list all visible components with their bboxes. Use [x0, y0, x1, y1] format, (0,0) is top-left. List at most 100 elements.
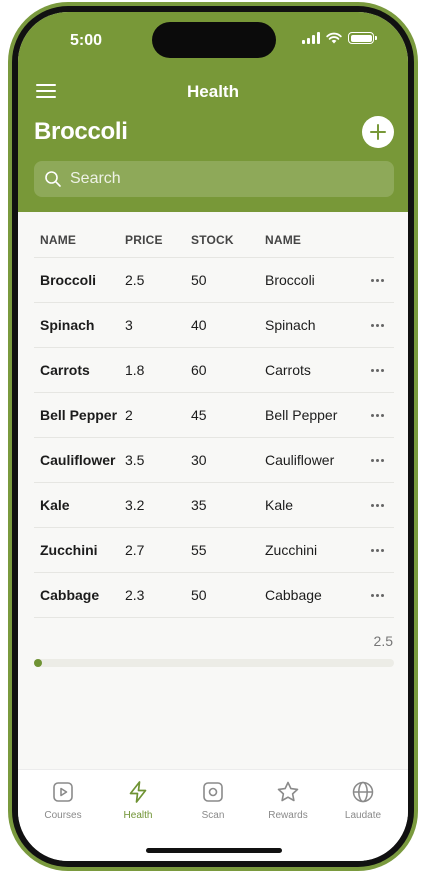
- table-row[interactable]: Spinach 3 40 Spinach: [34, 303, 394, 348]
- screen: 5:00 Health Broccoli Search NAME PRICE S…: [18, 12, 408, 861]
- cell-name-2: Spinach: [265, 317, 316, 333]
- cell-stock: 50: [191, 272, 207, 288]
- cell-name: Carrots: [40, 362, 90, 378]
- tab-courses[interactable]: Courses: [30, 780, 96, 821]
- search-bar[interactable]: [34, 161, 394, 197]
- cell-name: Bell Pepper: [40, 407, 118, 423]
- cell-stock: 35: [191, 497, 207, 513]
- battery-icon: [348, 32, 377, 44]
- tab-label: Health: [123, 810, 153, 821]
- cell-name: Cabbage: [40, 587, 100, 603]
- tab-bar: Courses Health Scan Rewards Laudate: [18, 769, 408, 861]
- cell-name-2: Kale: [265, 497, 294, 513]
- table-row[interactable]: Zucchini 2.7 55 Zucchini: [34, 528, 394, 573]
- table-row[interactable]: Cauliflower 3.5 30 Cauliflower: [34, 438, 394, 483]
- plus-icon: [370, 124, 386, 140]
- cell-price: 3.5: [125, 452, 145, 468]
- more-icon[interactable]: [367, 455, 388, 466]
- tab-label: Courses: [44, 810, 82, 821]
- cell-stock: 55: [191, 542, 207, 558]
- tab-label: Laudate: [344, 810, 382, 821]
- cell-stock: 50: [191, 587, 207, 603]
- cell-name: Spinach: [40, 317, 95, 333]
- cell-price: 2.7: [125, 542, 145, 558]
- search-input[interactable]: [70, 170, 370, 188]
- column-header-name-2[interactable]: NAME: [265, 233, 361, 247]
- table-row[interactable]: Cabbage 2.3 50 Cabbage: [34, 573, 394, 618]
- search-icon: [45, 171, 61, 187]
- column-header-price[interactable]: PRICE: [125, 233, 191, 247]
- cell-name: Zucchini: [40, 542, 98, 558]
- table-row[interactable]: Kale 3.2 35 Kale: [34, 483, 394, 528]
- cell-name-2: Cabbage: [265, 587, 322, 603]
- row-actions: [361, 455, 394, 466]
- more-icon[interactable]: [367, 320, 388, 331]
- phone-frame: 5:00 Health Broccoli Search NAME PRICE S…: [8, 2, 418, 871]
- row-actions: [361, 500, 394, 511]
- status-icons: [302, 32, 377, 44]
- table-body: Broccoli 2.5 50 Broccoli Spinach 3 40 Spinach Ca…: [34, 258, 394, 618]
- add-button[interactable]: [362, 116, 394, 148]
- table-row[interactable]: Carrots 1.8 60 Carrots: [34, 348, 394, 393]
- cell-stock: 40: [191, 317, 207, 333]
- data-table: NAME PRICE STOCK NAME Broccoli 2.5 50 Brocc…: [34, 222, 394, 618]
- more-icon[interactable]: [367, 590, 388, 601]
- row-actions: [361, 365, 394, 376]
- column-header-name[interactable]: NAME: [34, 233, 125, 247]
- row-actions: [361, 320, 394, 331]
- cell-price: 1.8: [125, 362, 145, 378]
- cell-price: 3: [125, 317, 133, 333]
- more-icon[interactable]: [367, 500, 388, 511]
- nav-title: Health: [187, 82, 239, 101]
- scan-icon: [201, 780, 225, 804]
- cell-name-2: Cauliflower: [265, 452, 335, 468]
- page-title: Broccoli: [34, 118, 128, 145]
- cell-price: 2.5: [125, 272, 145, 288]
- more-icon[interactable]: [367, 545, 388, 556]
- cell-name: Kale: [40, 497, 70, 513]
- row-actions: [361, 590, 394, 601]
- slider-track[interactable]: [34, 659, 394, 667]
- tab-label: Rewards: [268, 810, 308, 821]
- more-icon[interactable]: [367, 410, 388, 421]
- cell-stock: 30: [191, 452, 207, 468]
- tab-laudate[interactable]: Laudate: [330, 780, 396, 821]
- slider-value: 2.5: [373, 633, 393, 649]
- more-icon[interactable]: [367, 365, 388, 376]
- status-time: 5:00: [70, 32, 103, 49]
- cell-name-2: Zucchini: [265, 542, 318, 558]
- play-icon: [51, 780, 75, 804]
- slider-thumb[interactable]: [34, 659, 42, 667]
- tab-rewards[interactable]: Rewards: [255, 780, 321, 821]
- cell-name: Broccoli: [40, 272, 97, 288]
- globe-icon: [351, 780, 375, 804]
- home-indicator: [146, 848, 282, 853]
- dynamic-island: [152, 22, 276, 58]
- row-actions: [361, 410, 394, 421]
- cell-name-2: Bell Pepper: [265, 407, 338, 423]
- tab-scan[interactable]: Scan: [180, 780, 246, 821]
- tab-health[interactable]: Health: [105, 780, 171, 821]
- table-row[interactable]: Bell Pepper 2 45 Bell Pepper: [34, 393, 394, 438]
- bolt-icon: [126, 780, 150, 804]
- cell-name-2: Carrots: [265, 362, 311, 378]
- star-icon: [276, 780, 300, 804]
- more-icon[interactable]: [367, 275, 388, 286]
- phone-bezel: 5:00 Health Broccoli Search NAME PRICE S…: [12, 6, 414, 867]
- row-actions: [361, 275, 394, 286]
- header: 5:00 Health Broccoli: [18, 12, 408, 212]
- cell-price: 3.2: [125, 497, 145, 513]
- tab-list: Courses Health Scan Rewards Laudate: [18, 770, 408, 821]
- column-header-stock[interactable]: STOCK: [191, 233, 265, 247]
- row-actions: [361, 545, 394, 556]
- cell-stock: 60: [191, 362, 207, 378]
- cell-stock: 45: [191, 407, 207, 423]
- signal-icon: [302, 32, 320, 44]
- cell-name-2: Broccoli: [265, 272, 315, 288]
- table-header-row: NAME PRICE STOCK NAME: [34, 222, 394, 258]
- tab-label: Scan: [201, 810, 225, 821]
- wifi-icon: [326, 32, 342, 44]
- cell-name: Cauliflower: [40, 452, 116, 468]
- cell-price: 2.3: [125, 587, 145, 603]
- table-row[interactable]: Broccoli 2.5 50 Broccoli: [34, 258, 394, 303]
